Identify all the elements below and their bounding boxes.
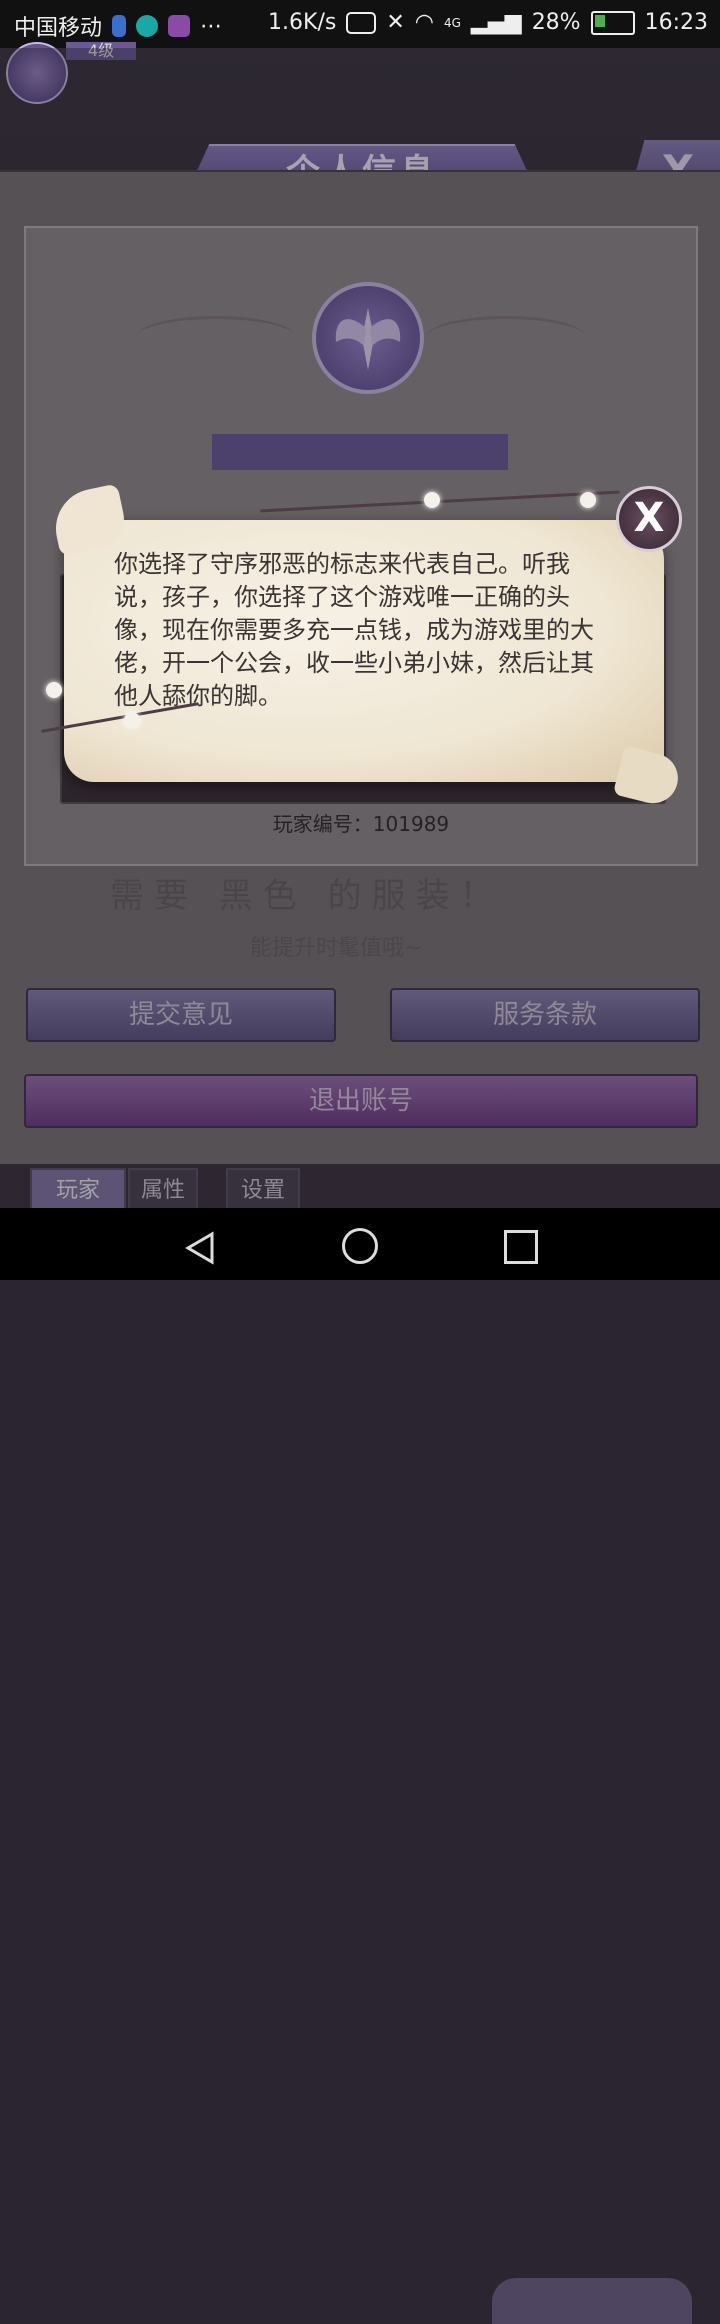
bluetooth-icon bbox=[112, 15, 127, 37]
wifi-icon: ◠ bbox=[414, 10, 434, 35]
back-icon[interactable] bbox=[182, 1230, 218, 1266]
android-nav-bar bbox=[0, 1208, 720, 1280]
background-confirm-button bbox=[492, 2278, 692, 2324]
recent-apps-icon[interactable] bbox=[504, 1230, 538, 1264]
timer-icon bbox=[136, 15, 159, 37]
status-left: 中国移动 ⋯ bbox=[14, 10, 222, 42]
status-right: 1.6K/s ✕ ◠ 4G ▂▄▆ 28% 16:23 bbox=[268, 10, 708, 35]
gallery-icon bbox=[168, 15, 191, 37]
rose-ornament bbox=[124, 712, 140, 728]
rose-ornament bbox=[424, 492, 440, 508]
network-speed: 1.6K/s bbox=[268, 10, 337, 35]
more-icon: ⋯ bbox=[200, 13, 223, 39]
carrier-name: 中国移动 bbox=[14, 16, 103, 41]
rose-ornament bbox=[580, 492, 596, 508]
clock: 16:23 bbox=[644, 10, 708, 35]
popup-message: 你选择了守序邪恶的标志来代表自己。听我说，孩子，你选择了这个游戏唯一正确的头像，… bbox=[114, 550, 594, 710]
rose-ornament bbox=[46, 682, 62, 698]
du-app-icon bbox=[346, 11, 377, 34]
battery-icon bbox=[590, 10, 635, 35]
game-screen: 4级 个人信息 X 玩家编号：101989 需要 黑色 的服装！ 能提升时髦值哦… bbox=[0, 42, 720, 2324]
network-type: 4G bbox=[443, 15, 461, 30]
popup-close-button[interactable]: X bbox=[616, 486, 682, 552]
battery-percent: 28% bbox=[531, 10, 581, 35]
mute-icon: ✕ bbox=[386, 10, 405, 35]
scroll-popup: 你选择了守序邪恶的标志来代表自己。听我说，孩子，你选择了这个游戏唯一正确的头像，… bbox=[64, 520, 664, 782]
signal-icon: ▂▄▆ bbox=[470, 10, 522, 35]
home-icon[interactable] bbox=[342, 1228, 378, 1264]
